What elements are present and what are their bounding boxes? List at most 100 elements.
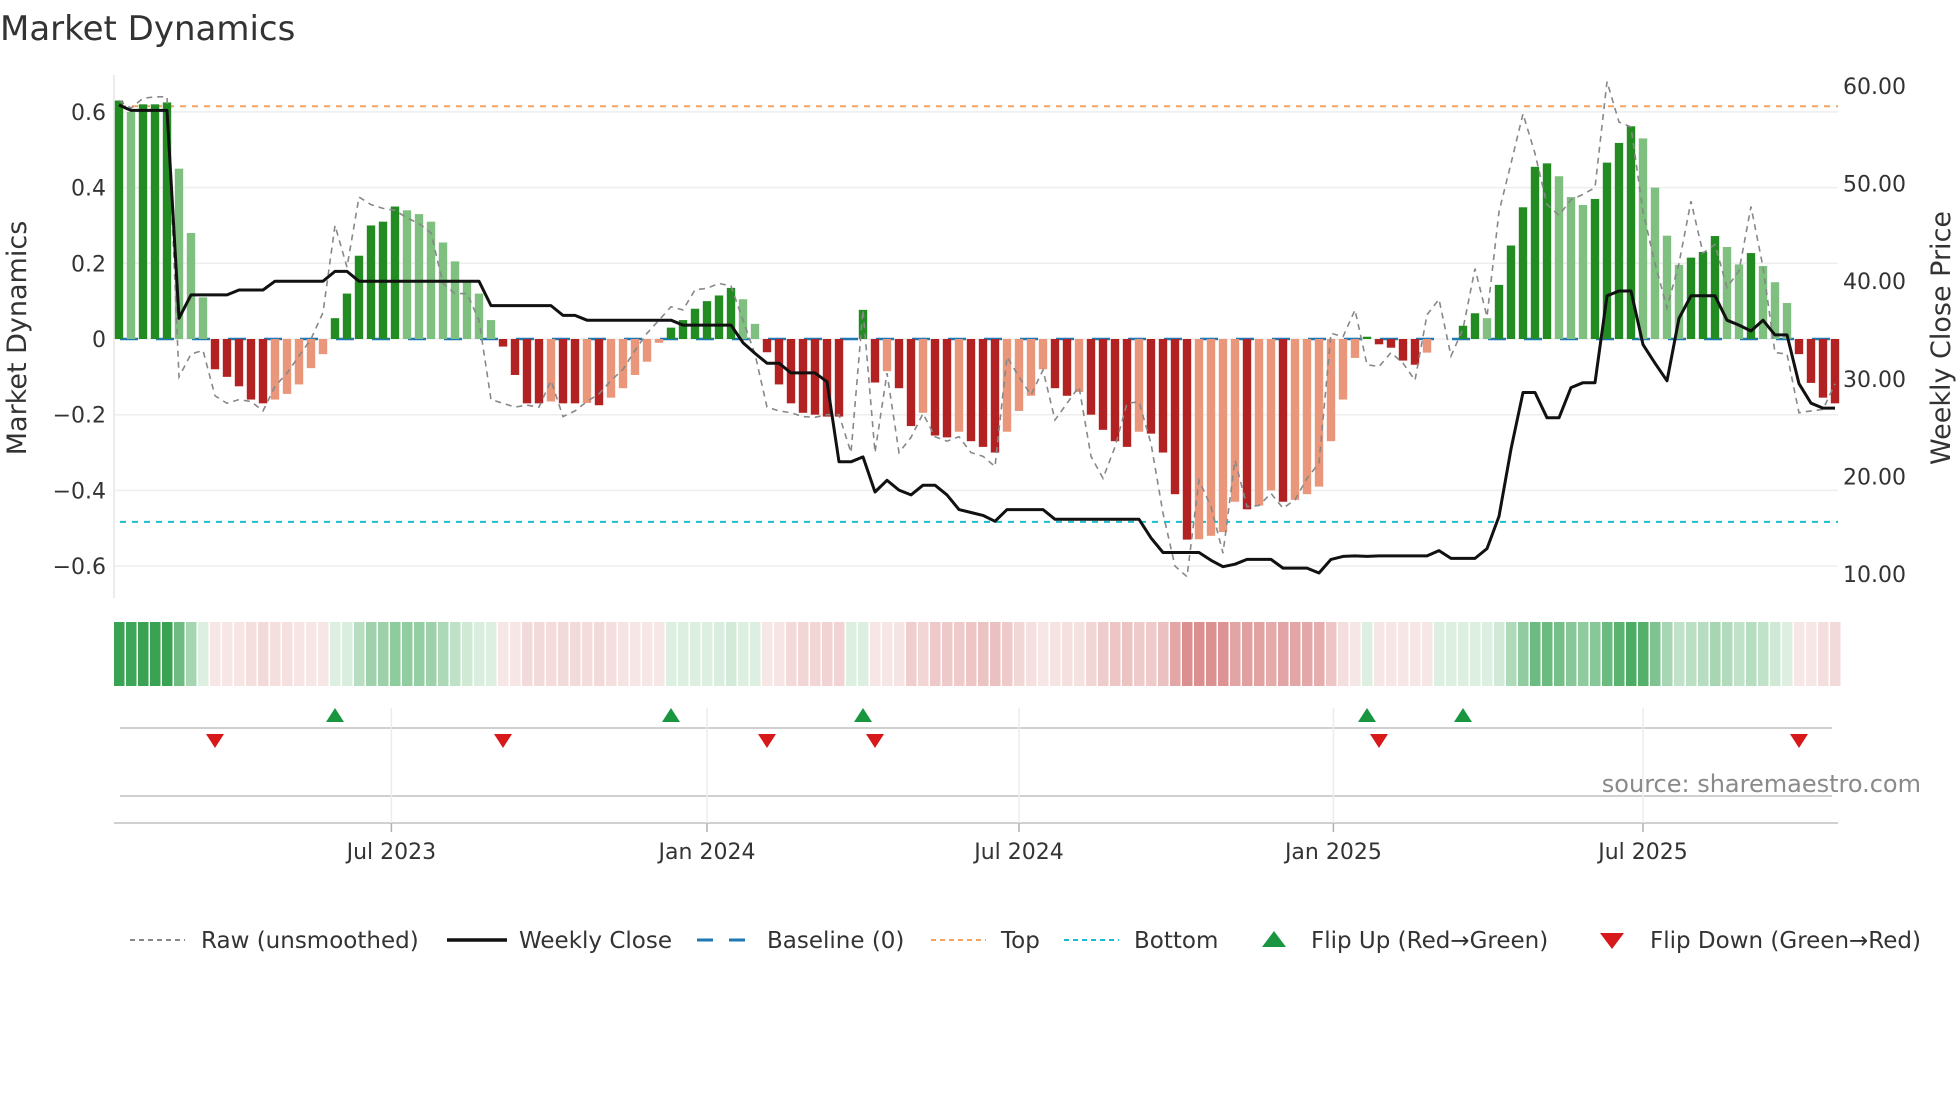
strip-cell [690,622,701,686]
strip-cell [918,622,929,686]
strip-cell [954,622,965,686]
strip-cell [462,622,473,686]
strip-cell [474,622,485,686]
dynamics-bar [1170,339,1180,495]
dynamics-bar [1794,339,1804,355]
dynamics-bar [798,339,808,413]
dynamics-bar [1482,318,1492,339]
strip-cell [654,622,665,686]
strip-cell [510,622,521,686]
strip-cell [978,622,989,686]
strip-cell [798,622,809,686]
strip-cell [174,622,185,686]
flip-up-marker [854,708,872,722]
dynamics-bar [234,339,244,387]
dynamics-bar [642,339,652,362]
strip-cell [642,622,653,686]
strip-cell [354,622,365,686]
strip-cell [1674,622,1685,686]
legend-label: Flip Down (Green→Red) [1650,928,1921,954]
dynamics-bar [258,339,268,404]
dynamics-bar [186,233,196,339]
dynamics-bar [1830,339,1840,404]
dynamics-bar [978,339,988,447]
dynamics-bar [114,100,124,339]
dynamics-bar [1194,339,1204,540]
dynamics-bar [966,339,976,442]
dynamics-bar [450,261,460,339]
dynamics-bar [618,339,628,389]
strip-cell [1290,622,1301,686]
strip-cell [1242,622,1253,686]
dynamics-bar [534,339,544,404]
strip-cell [1554,622,1565,686]
strip-cell [1134,622,1145,686]
strip-cell [186,622,197,686]
strip-cell [414,622,425,686]
strip-cell [906,622,917,686]
dynamics-bar [270,339,280,400]
dynamics-bar [510,339,520,375]
strip-cell [1758,622,1769,686]
dynamics-bar [1182,339,1192,540]
strip-cell [1206,622,1217,686]
strip-cell [762,622,773,686]
strip-cell [234,622,245,686]
strip-cell [738,622,749,686]
strip-cell [1650,622,1661,686]
dynamics-bars [114,100,1840,540]
strip-cell [1086,622,1097,686]
dynamics-bar [1050,339,1060,389]
strip-cell [1098,622,1109,686]
strip-cell [150,622,161,686]
strip-cell [1470,622,1481,686]
dynamics-bar [1422,339,1432,353]
dynamics-bar [1110,339,1120,442]
chart-title: Market Dynamics [0,9,295,49]
dynamics-bar [1554,176,1564,339]
strip-cell [258,622,269,686]
strip-cell [1326,622,1337,686]
x-tick-label: Jan 2025 [1283,840,1382,865]
strip-cell [1578,622,1589,686]
dynamics-bar [930,339,940,436]
dynamics-bar [1314,339,1324,487]
strip-cell [618,622,629,686]
strip-cell [1494,622,1505,686]
dynamics-bar [1566,197,1576,339]
strip-cell [1662,622,1673,686]
flip-down-marker [1790,734,1808,748]
dynamics-bar [762,339,772,353]
raw-series [118,81,1836,579]
dynamics-bar [1506,245,1516,339]
dynamics-bar [1746,253,1756,339]
strip-cell [1590,622,1601,686]
strip-cell [1158,622,1169,686]
dynamics-bar [342,293,352,339]
legend-item-raw: Raw (unsmoothed) [130,928,419,954]
strip-cell [942,622,953,686]
dynamics-bar [498,339,508,347]
dynamics-bar [582,339,592,403]
dynamics-bar [1074,339,1084,392]
dynamics-bar [654,339,664,343]
dynamics-bar [414,214,424,339]
strip-cell [1458,622,1469,686]
strip-cell [1146,622,1157,686]
flip-up-marker [662,708,680,722]
strip-cell [594,622,605,686]
dynamics-bar [402,210,412,339]
strip-cell [1062,622,1073,686]
legend: Raw (unsmoothed) Weekly Close Baseline (0)… [130,928,1921,954]
x-tick-label: Jul 2023 [345,840,437,865]
strip-cell [1698,622,1709,686]
dynamics-bar [954,339,964,432]
strip-cell [1230,622,1241,686]
strip-cell [1722,622,1733,686]
dynamics-bar [666,327,676,339]
strip-cell [1014,622,1025,686]
strip-cell [522,622,533,686]
strip-cell [222,622,233,686]
dynamics-bar [1638,138,1648,339]
legend-label: Weekly Close [519,928,672,954]
